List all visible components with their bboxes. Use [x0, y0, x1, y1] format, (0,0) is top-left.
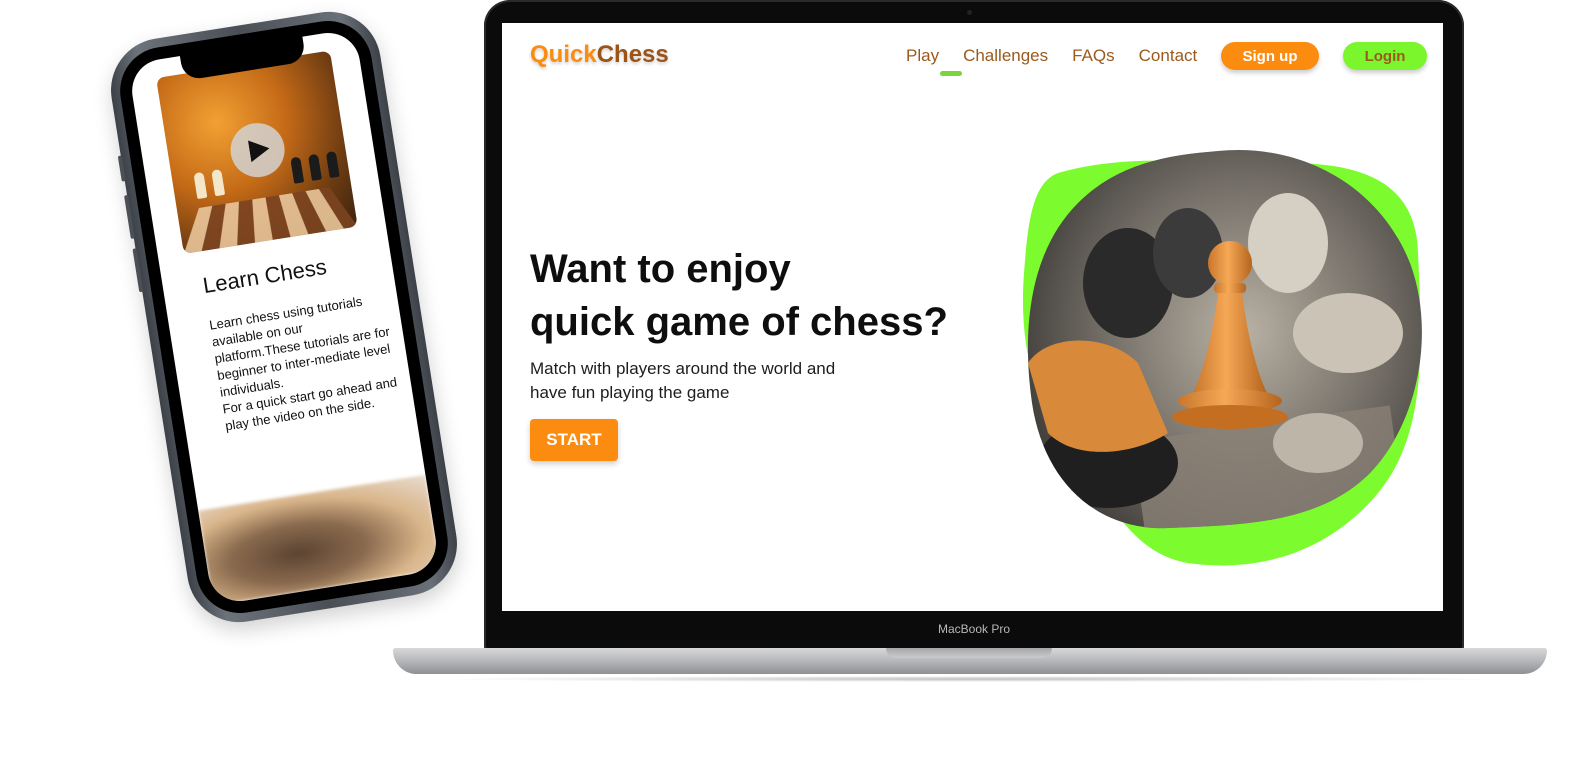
logo-chess: Chess: [597, 41, 669, 68]
laptop-screen: QuickChess Play Challenges FAQs Contact …: [502, 23, 1443, 611]
white-piece-image: [193, 172, 207, 199]
learn-chess-title: Learn Chess: [201, 254, 328, 299]
video-thumbnail[interactable]: [156, 51, 358, 254]
site-logo[interactable]: QuickChess: [530, 41, 669, 69]
hero-subtitle: Match with players around the world and …: [530, 357, 860, 405]
nav-play[interactable]: Play: [906, 45, 939, 67]
white-piece-image: [1248, 193, 1328, 293]
phone-screen: Learn Chess Learn chess using tutorials …: [128, 28, 441, 605]
hero-title: Want to enjoy quick game of chess?: [530, 243, 990, 349]
camera-icon: [967, 10, 972, 15]
chessboard-image: [184, 187, 358, 254]
play-icon: [248, 137, 271, 162]
signup-button[interactable]: Sign up: [1221, 42, 1319, 70]
laptop-thumb-notch: [886, 648, 1052, 658]
nav-challenges[interactable]: Challenges: [963, 45, 1048, 67]
main-nav: Play Challenges FAQs Contact: [906, 45, 1221, 67]
start-button[interactable]: START: [530, 419, 618, 461]
hero-title-line-2: quick game of chess?: [530, 296, 990, 349]
white-piece-image: [1293, 293, 1403, 373]
laptop-shadow: [430, 676, 1510, 682]
nav-contact[interactable]: Contact: [1139, 45, 1198, 67]
laptop-model-label: MacBook Pro: [484, 622, 1464, 636]
play-button[interactable]: [227, 119, 289, 181]
hero-title-line-1: Want to enjoy: [530, 243, 990, 296]
black-piece-image: [326, 151, 340, 178]
black-piece-image: [308, 154, 322, 181]
white-piece-image: [211, 169, 225, 196]
learn-chess-description: Learn chess using tutorials available on…: [208, 289, 402, 434]
nav-faqs[interactable]: FAQs: [1072, 45, 1115, 67]
phone-mockup: Learn Chess Learn chess using tutorials …: [104, 4, 465, 629]
black-piece-image: [290, 157, 304, 184]
white-piece-image: [1273, 413, 1363, 473]
logo-quick: Quick: [530, 41, 597, 68]
hero-chess-illustration: [1018, 133, 1428, 573]
login-button[interactable]: Login: [1343, 42, 1427, 70]
